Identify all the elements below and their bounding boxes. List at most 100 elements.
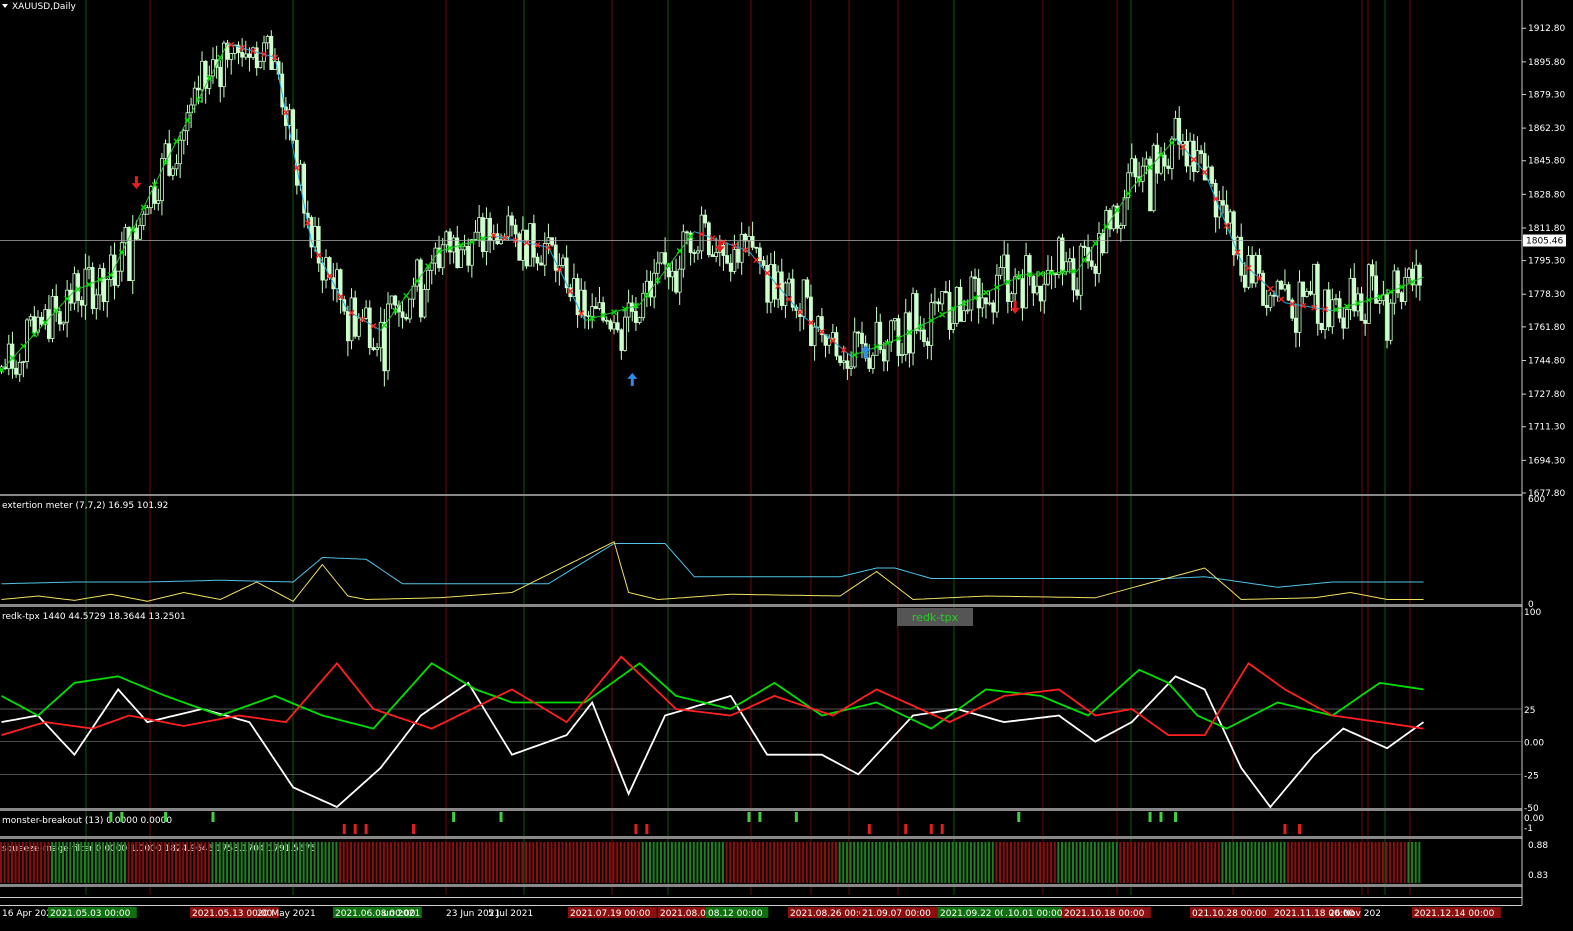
squeeze-bar bbox=[973, 842, 976, 883]
candle bbox=[881, 349, 886, 362]
price-tick-label: 1761.80 bbox=[1528, 323, 1565, 333]
candle bbox=[933, 301, 937, 304]
candle bbox=[1334, 298, 1338, 301]
squeeze-bar bbox=[18, 842, 21, 883]
candle bbox=[535, 256, 540, 264]
candle bbox=[590, 306, 595, 317]
squeeze-bar bbox=[415, 842, 418, 883]
squeeze-bar bbox=[627, 842, 630, 883]
time-tick-label: 20 May 2021 bbox=[257, 909, 316, 919]
candle bbox=[1377, 300, 1382, 304]
squeeze-bar bbox=[422, 842, 425, 883]
squeeze-bar bbox=[1334, 842, 1337, 883]
candle bbox=[101, 268, 106, 303]
candle bbox=[422, 289, 427, 318]
squeeze-bar bbox=[503, 842, 506, 883]
candle bbox=[1005, 254, 1010, 302]
squeeze-bar bbox=[342, 842, 345, 883]
candle bbox=[1330, 299, 1335, 328]
squeeze-bar bbox=[703, 842, 706, 883]
squeeze-bar bbox=[1352, 842, 1355, 883]
squeeze-bar bbox=[1290, 842, 1293, 883]
squeeze-bar bbox=[7, 842, 10, 883]
candle bbox=[167, 143, 172, 176]
redk-tpx-title: redk-tpx 1440 44.5729 18.3644 13.2501 bbox=[2, 612, 186, 622]
squeeze-bar bbox=[1170, 842, 1173, 883]
candle bbox=[1403, 276, 1408, 302]
squeeze-bar bbox=[1192, 842, 1195, 883]
candle bbox=[593, 306, 598, 309]
time-tick-label: 26 Nov 202 bbox=[1329, 909, 1381, 919]
candle bbox=[138, 224, 142, 240]
squeeze-bar bbox=[521, 842, 524, 883]
candle bbox=[524, 229, 529, 267]
squeeze-bar bbox=[1396, 842, 1399, 883]
squeeze-bar bbox=[51, 842, 54, 883]
squeeze-bar bbox=[623, 842, 626, 883]
candle bbox=[553, 244, 558, 271]
breakout-up-bar bbox=[164, 812, 168, 822]
trading-chart[interactable]: XAUUSD,Daily extertion meter (7,7,2) 16.… bbox=[0, 0, 1573, 931]
squeeze-bar bbox=[820, 842, 823, 883]
candle bbox=[696, 250, 700, 254]
squeeze-bar bbox=[616, 842, 619, 883]
monster-breakout-pane[interactable]: monster-breakout (13) 0.0000 0.0000 bbox=[2, 816, 172, 826]
candle bbox=[1246, 255, 1251, 288]
candle bbox=[1060, 237, 1065, 272]
candle bbox=[196, 87, 201, 91]
candle bbox=[1345, 308, 1349, 329]
squeeze-bar bbox=[969, 842, 972, 883]
squeeze-bar bbox=[951, 842, 954, 883]
candle bbox=[459, 249, 463, 269]
squeeze-bar bbox=[853, 842, 856, 883]
candle bbox=[473, 231, 478, 240]
squeeze-bar bbox=[1024, 842, 1027, 883]
squeeze-bar bbox=[291, 842, 294, 883]
squeeze-bar bbox=[105, 842, 108, 883]
squeeze-bar bbox=[696, 842, 699, 883]
squeeze-bar bbox=[153, 842, 156, 883]
squeeze-bar bbox=[233, 842, 236, 883]
redk-tick-label: 25 bbox=[1524, 706, 1535, 716]
candle bbox=[601, 302, 606, 321]
candle bbox=[291, 109, 296, 141]
candle bbox=[943, 291, 948, 293]
extertion-meter-pane[interactable]: extertion meter (7,7,2) 16.95 101.92 bbox=[2, 501, 168, 511]
squeeze-bar bbox=[747, 842, 750, 883]
squeeze-bar bbox=[138, 842, 141, 883]
candle bbox=[644, 280, 649, 294]
candle bbox=[728, 262, 733, 272]
candle bbox=[240, 52, 245, 58]
squeeze-bar bbox=[1152, 842, 1155, 883]
candle bbox=[725, 255, 729, 264]
squeeze-bar bbox=[189, 842, 192, 883]
time-axis[interactable]: 16 Apr 20212021.05.03 00:00 2021.05.13 00… bbox=[2, 907, 1501, 919]
candle bbox=[1210, 166, 1214, 184]
squeeze-bar bbox=[134, 842, 137, 883]
candle bbox=[1341, 317, 1346, 329]
candle bbox=[659, 252, 664, 264]
squeeze-bar bbox=[14, 842, 17, 883]
squeeze-bar bbox=[816, 842, 819, 883]
candle bbox=[61, 321, 66, 325]
candle bbox=[761, 260, 766, 266]
candle bbox=[1370, 264, 1375, 277]
candle bbox=[32, 316, 37, 333]
squeeze-bar bbox=[984, 842, 987, 883]
squeeze-bar bbox=[1250, 842, 1253, 883]
breakout-down-bar bbox=[634, 824, 638, 834]
price-tick-label: 1778.30 bbox=[1528, 290, 1565, 300]
squeeze-bar bbox=[360, 842, 363, 883]
candle bbox=[634, 310, 638, 323]
squeeze-bar bbox=[1298, 842, 1301, 883]
squeeze-bar bbox=[1374, 842, 1377, 883]
squeeze-bar bbox=[1090, 842, 1093, 883]
squeeze-bar bbox=[787, 842, 790, 883]
candle bbox=[269, 35, 274, 70]
squeeze-bar bbox=[721, 842, 724, 883]
candle bbox=[1020, 278, 1025, 309]
squeeze-bar bbox=[222, 842, 225, 883]
squeeze-bar bbox=[280, 842, 283, 883]
pane-separator bbox=[0, 836, 1522, 839]
squeeze-bar bbox=[83, 842, 86, 883]
